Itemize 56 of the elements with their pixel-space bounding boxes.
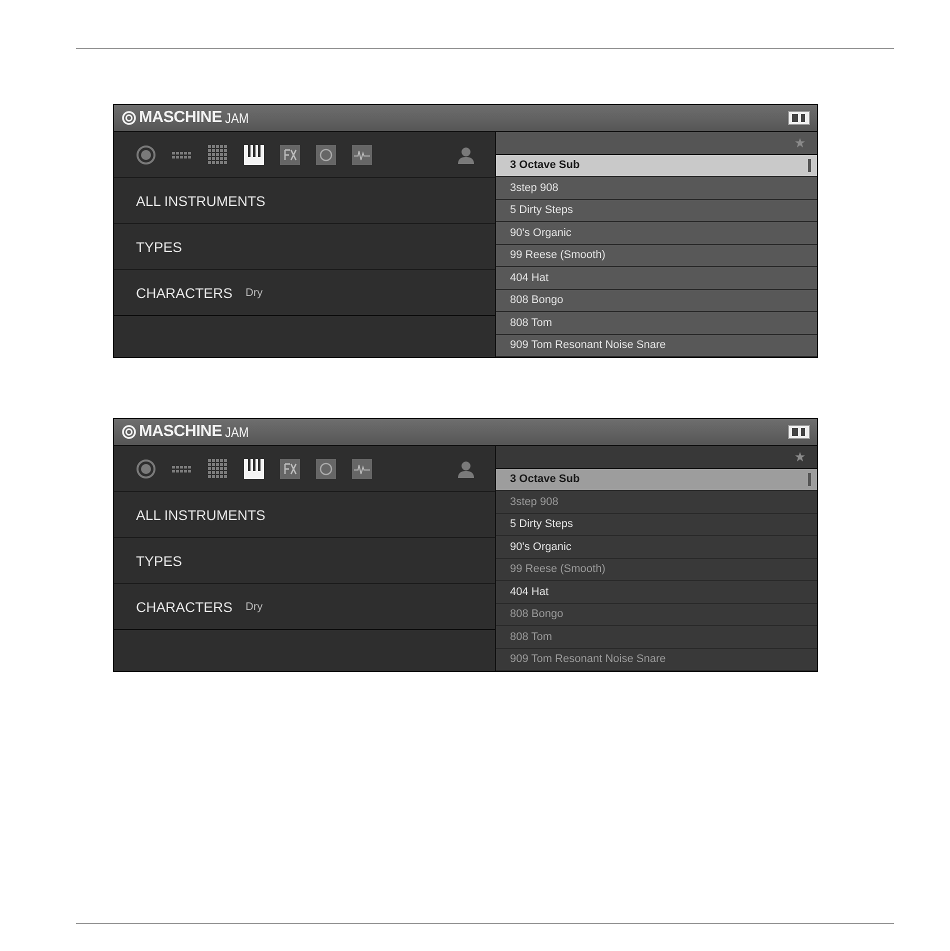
pad-grid-icon[interactable] bbox=[208, 458, 228, 478]
loop-icon[interactable] bbox=[316, 458, 336, 478]
category-value: Dry bbox=[245, 286, 263, 298]
scroll-indicator-icon bbox=[808, 472, 811, 486]
logo-icon bbox=[122, 425, 136, 439]
pad-grid-icon[interactable] bbox=[208, 144, 228, 164]
result-item[interactable]: 404 Hat bbox=[496, 581, 817, 604]
result-item[interactable]: 808 Bongo bbox=[496, 604, 817, 626]
category-row[interactable]: TYPES bbox=[114, 538, 495, 584]
brand-suffix: JAM bbox=[224, 424, 249, 440]
result-item[interactable]: 909 Tom Resonant Noise Snare bbox=[496, 648, 817, 671]
result-item[interactable]: 99 Reese (Smooth) bbox=[496, 558, 817, 581]
brand-name: MASCHINE bbox=[139, 423, 222, 441]
loop-icon[interactable] bbox=[316, 144, 336, 164]
result-item[interactable]: 404 Hat bbox=[496, 267, 817, 290]
keyboard-icon[interactable] bbox=[244, 458, 264, 478]
category-label: CHARACTERS bbox=[136, 284, 232, 300]
result-item[interactable]: 3step 908 bbox=[496, 177, 817, 200]
result-item[interactable]: 90's Organic bbox=[496, 222, 817, 244]
star-icon[interactable] bbox=[795, 138, 805, 148]
result-item[interactable]: 3 Octave Sub bbox=[496, 154, 817, 177]
user-icon[interactable] bbox=[457, 146, 475, 164]
star-icon[interactable] bbox=[795, 452, 805, 462]
category-row[interactable]: ALL INSTRUMENTS bbox=[114, 492, 495, 538]
target-icon[interactable] bbox=[136, 144, 156, 164]
result-item[interactable]: 808 Tom bbox=[496, 626, 817, 648]
badge-logo-icon bbox=[788, 111, 810, 125]
category-row[interactable]: TYPES bbox=[114, 224, 495, 270]
effects-icon[interactable] bbox=[280, 144, 300, 164]
result-item[interactable]: 99 Reese (Smooth) bbox=[496, 244, 817, 267]
badge-logo-icon bbox=[788, 425, 810, 439]
category-row[interactable]: ALL INSTRUMENTS bbox=[114, 178, 495, 224]
result-item[interactable]: 909 Tom Resonant Noise Snare bbox=[496, 334, 817, 357]
result-item[interactable]: 808 Bongo bbox=[496, 290, 817, 312]
logo-icon bbox=[122, 111, 136, 125]
category-label: ALL INSTRUMENTS bbox=[136, 506, 266, 522]
category-label: CHARACTERS bbox=[136, 598, 232, 614]
result-item[interactable]: 5 Dirty Steps bbox=[496, 200, 817, 222]
waveform-icon[interactable] bbox=[352, 144, 372, 164]
keyboard-icon[interactable] bbox=[244, 144, 264, 164]
category-label: TYPES bbox=[136, 238, 182, 254]
result-item[interactable]: 808 Tom bbox=[496, 312, 817, 334]
category-label: TYPES bbox=[136, 552, 182, 568]
scroll-indicator-icon bbox=[808, 158, 811, 172]
result-item[interactable]: 3step 908 bbox=[496, 491, 817, 514]
waveform-icon[interactable] bbox=[352, 458, 372, 478]
result-item[interactable]: 5 Dirty Steps bbox=[496, 514, 817, 536]
user-icon[interactable] bbox=[457, 460, 475, 478]
target-icon[interactable] bbox=[136, 458, 156, 478]
category-value: Dry bbox=[245, 600, 263, 612]
result-item[interactable]: 90's Organic bbox=[496, 536, 817, 558]
effects-icon[interactable] bbox=[280, 458, 300, 478]
brand-name: MASCHINE bbox=[139, 109, 222, 127]
result-item[interactable]: 3 Octave Sub bbox=[496, 468, 817, 491]
brand-suffix: JAM bbox=[224, 110, 249, 126]
category-label: ALL INSTRUMENTS bbox=[136, 192, 266, 208]
